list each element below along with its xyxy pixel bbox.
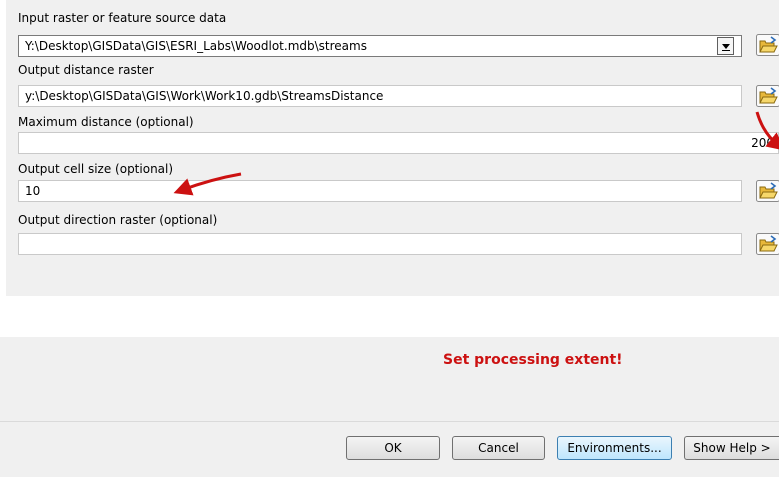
cancel-button[interactable]: Cancel [452, 436, 545, 460]
environments-button[interactable]: Environments... [557, 436, 672, 460]
show-help-button[interactable]: Show Help > [684, 436, 779, 460]
arrow-max-distance [755, 111, 779, 151]
footer-divider [0, 421, 779, 422]
arrow-cell-size [173, 172, 242, 196]
ok-button[interactable]: OK [346, 436, 440, 460]
set-extent-callout: Set processing extent! [443, 352, 623, 368]
